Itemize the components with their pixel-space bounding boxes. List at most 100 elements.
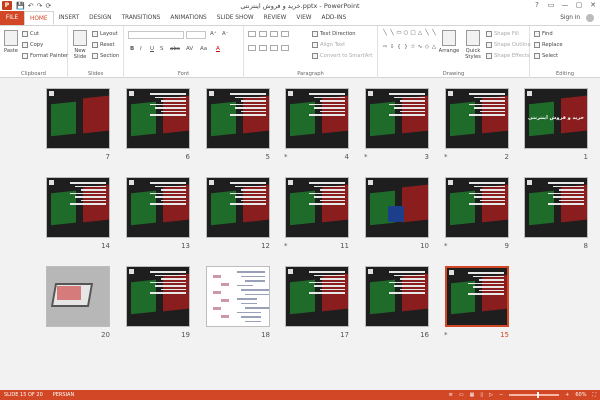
reset-button[interactable]: Reset (92, 42, 115, 48)
slideshow-view-icon[interactable]: ▷ (489, 390, 493, 400)
align-right-icon[interactable] (270, 45, 278, 51)
tab-view[interactable]: VIEW (291, 11, 316, 25)
transition-star-icon[interactable]: * (284, 153, 288, 161)
slide-thumbnail-19[interactable] (126, 266, 190, 327)
underline-button[interactable]: U (150, 46, 154, 52)
slide-thumbnail-6[interactable] (126, 88, 190, 149)
transition-star-icon[interactable]: * (444, 242, 448, 250)
new-slide-button[interactable]: New Slide (71, 30, 89, 60)
numbering-icon[interactable] (259, 31, 267, 37)
slide-corner-icon (288, 180, 293, 185)
char-spacing-button[interactable]: AV (186, 46, 193, 52)
copy-button[interactable]: Copy (22, 42, 43, 48)
convert-smartart-button[interactable]: Convert to SmartArt (312, 53, 372, 59)
shape-outline-button[interactable]: Shape Outline (486, 42, 531, 48)
slide-thumbnail-18[interactable] (206, 266, 270, 327)
notes-icon[interactable]: ≡ (449, 390, 453, 400)
slide-thumbnail-11[interactable] (285, 177, 349, 238)
font-color-button[interactable]: A (216, 46, 220, 52)
slide-thumbnail-3[interactable] (365, 88, 429, 149)
transition-star-icon[interactable]: * (364, 153, 368, 161)
slide-thumbnail-16[interactable] (365, 266, 429, 327)
section-button[interactable]: Section (92, 53, 119, 59)
slide-thumbnail-1[interactable]: خرید و فروش اینترنتی (524, 88, 588, 149)
change-case-button[interactable]: Aa (200, 46, 207, 52)
slide-thumbnail-5[interactable] (206, 88, 270, 149)
bold-button[interactable]: B (130, 46, 134, 52)
redo-icon[interactable]: ↷ (37, 2, 43, 10)
user-icon[interactable] (586, 14, 594, 22)
shape-effects-button[interactable]: Shape Effects (486, 53, 530, 59)
cut-button[interactable]: Cut (22, 31, 39, 37)
transition-star-icon[interactable]: * (444, 331, 448, 339)
increase-indent-icon[interactable] (281, 31, 289, 37)
reading-view-icon[interactable]: ▯ (480, 390, 483, 400)
decrease-font-button[interactable]: A⁻ (222, 31, 229, 37)
zoom-level[interactable]: 60% (575, 390, 586, 400)
font-size-input[interactable] (186, 31, 206, 39)
slide-thumbnail-14[interactable] (46, 177, 110, 238)
tab-design[interactable]: DESIGN (84, 11, 116, 25)
slide-thumbnail-9[interactable] (445, 177, 509, 238)
ribbon-display-icon[interactable]: ▭ (544, 0, 558, 11)
select-button[interactable]: Select (534, 53, 558, 59)
close-icon[interactable]: ✕ (586, 0, 600, 11)
save-icon[interactable]: 💾 (16, 2, 25, 10)
format-painter-button[interactable]: Format Painter (22, 53, 68, 59)
strikethrough-button[interactable]: abc (170, 46, 180, 52)
fit-slide-icon[interactable]: ⛶ (592, 390, 596, 400)
tab-animations[interactable]: ANIMATIONS (165, 11, 211, 25)
tab-insert[interactable]: INSERT (54, 11, 85, 25)
align-text-button[interactable]: Align Text (312, 42, 345, 48)
tab-file[interactable]: FILE (0, 11, 24, 25)
language-text[interactable]: PERSIAN (53, 392, 74, 398)
zoom-in-icon[interactable]: + (565, 390, 569, 400)
replace-button[interactable]: Replace (534, 42, 563, 48)
shapes-gallery[interactable]: ╲ ╲ ▭ ○ □ △ ╲ ╲ ⇨ ⇩{} ☆ ∿ ◇ △ (382, 30, 436, 56)
slide-thumbnail-12[interactable] (206, 177, 270, 238)
slide-thumbnail-13[interactable] (126, 177, 190, 238)
tab-review[interactable]: REVIEW (259, 11, 292, 25)
quick-styles-button[interactable]: Quick Styles (462, 30, 484, 60)
paste-button[interactable]: Paste (3, 30, 19, 54)
normal-view-icon[interactable]: ▭ (459, 390, 464, 400)
align-center-icon[interactable] (259, 45, 267, 51)
layout-button[interactable]: Layout (92, 31, 118, 37)
slide-sorter-view-icon[interactable]: ▦ (470, 390, 475, 400)
transition-star-icon[interactable]: * (284, 242, 288, 250)
tab-add-ins[interactable]: ADD-INS (316, 11, 351, 25)
text-direction-button[interactable]: Text Direction (312, 31, 356, 37)
shape-fill-button[interactable]: Shape Fill (486, 31, 519, 37)
increase-font-button[interactable]: A⁺ (210, 31, 217, 37)
find-button[interactable]: Find (534, 31, 553, 37)
slide-thumbnail-20[interactable] (46, 266, 110, 327)
transition-star-icon[interactable]: * (444, 153, 448, 161)
bullets-icon[interactable] (248, 31, 256, 37)
zoom-slider[interactable] (509, 392, 560, 398)
arrange-button[interactable]: Arrange (438, 30, 460, 54)
shadow-button[interactable]: S (160, 46, 164, 52)
tab-slide-show[interactable]: SLIDE SHOW (212, 11, 259, 25)
sign-in-link[interactable]: Sign in (560, 11, 580, 25)
slide-thumbnail-4[interactable] (285, 88, 349, 149)
font-name-input[interactable] (128, 31, 184, 39)
slide-thumbnail-8[interactable] (524, 177, 588, 238)
help-icon[interactable]: ? (530, 0, 544, 11)
zoom-slider-knob[interactable] (537, 392, 540, 398)
start-slideshow-icon[interactable]: ⟳ (45, 2, 51, 10)
slide-thumbnail-2[interactable] (445, 88, 509, 149)
slide-thumbnail-17[interactable] (285, 266, 349, 327)
tab-transitions[interactable]: TRANSITIONS (117, 11, 166, 25)
undo-icon[interactable]: ↶ (28, 2, 34, 10)
tab-home[interactable]: HOME (24, 11, 54, 25)
align-left-icon[interactable] (248, 45, 256, 51)
zoom-out-icon[interactable]: − (499, 390, 503, 400)
maximize-icon[interactable]: ▢ (572, 0, 586, 11)
decrease-indent-icon[interactable] (270, 31, 278, 37)
slide-thumbnail-10[interactable] (365, 177, 429, 238)
minimize-icon[interactable]: — (558, 0, 572, 11)
justify-icon[interactable] (281, 45, 289, 51)
slide-thumbnail-7[interactable] (46, 88, 110, 149)
slide-thumbnail-15[interactable] (445, 266, 509, 327)
italic-button[interactable]: I (140, 46, 142, 52)
